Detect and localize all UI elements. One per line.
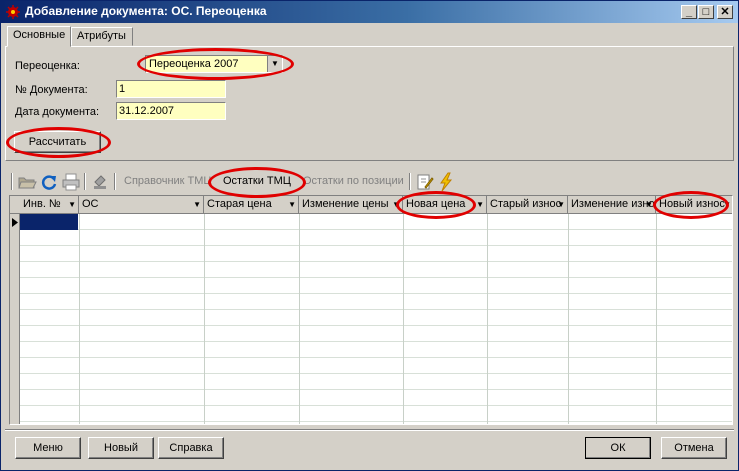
row-indicator-column[interactable]	[10, 214, 20, 424]
table-row[interactable]	[20, 342, 732, 358]
items-grid[interactable]: Инв. № ▼ ОС ▼ Старая цена ▼ Изменение цены ▼…	[9, 195, 733, 425]
column-divider	[568, 214, 569, 424]
main-tab-panel	[5, 46, 734, 161]
column-divider	[299, 214, 300, 424]
dropdown-arrow-icon[interactable]: ▼	[267, 56, 282, 72]
grid-body[interactable]	[20, 214, 732, 424]
column-dropdown-icon[interactable]: ▼	[645, 196, 653, 213]
column-header-asset[interactable]: ОС ▼	[79, 196, 204, 214]
table-row[interactable]	[20, 214, 732, 230]
table-row[interactable]	[20, 326, 732, 342]
column-divider	[204, 214, 205, 424]
minimize-button[interactable]: _	[681, 5, 697, 19]
column-divider	[487, 214, 488, 424]
toolbar-grip	[11, 173, 13, 190]
current-row-arrow-icon	[12, 218, 18, 227]
calculate-button[interactable]: Рассчитать	[14, 131, 101, 153]
tab-attributes[interactable]: Атрибуты	[71, 27, 133, 46]
balances-by-position-button[interactable]: Остатки по позиции	[303, 175, 404, 187]
column-divider	[403, 214, 404, 424]
column-header-old-price[interactable]: Старая цена ▼	[204, 196, 299, 214]
doc-date-input[interactable]: 31.12.2007	[116, 102, 226, 120]
column-header-new-wear[interactable]: Новый износ ▼	[656, 196, 732, 214]
tmc-balances-button[interactable]: Остатки ТМЦ	[223, 175, 291, 187]
revaluation-select[interactable]: Переоценка 2007 ▼	[145, 55, 283, 73]
column-dropdown-icon[interactable]: ▼	[557, 196, 565, 213]
tab-main[interactable]: Основные	[7, 26, 71, 47]
table-row[interactable]	[20, 358, 732, 374]
open-folder-icon[interactable]	[17, 172, 37, 192]
maximize-button[interactable]: □	[698, 5, 714, 19]
column-divider	[656, 214, 657, 424]
toolbar-separator	[409, 173, 411, 190]
column-dropdown-icon[interactable]: ▼	[288, 196, 296, 213]
column-header-old-wear[interactable]: Старый износ ▼	[487, 196, 568, 214]
tmc-directory-button[interactable]: Справочник ТМЦ	[124, 175, 212, 187]
new-button[interactable]: Новый	[88, 437, 154, 459]
table-row[interactable]	[20, 230, 732, 246]
stamp-icon[interactable]	[91, 172, 111, 192]
window-title: Добавление документа: ОС. Переоценка	[25, 4, 267, 18]
revaluation-select-value: Переоценка 2007	[149, 58, 239, 70]
column-header-new-price[interactable]: Новая цена ▼	[403, 196, 487, 214]
toolbar-separator	[84, 173, 86, 190]
close-button[interactable]: ✕	[717, 5, 733, 19]
table-row[interactable]	[20, 406, 732, 422]
column-dropdown-icon[interactable]: ▼	[193, 196, 201, 213]
document-window: Добавление документа: ОС. Переоценка _ □…	[0, 0, 739, 471]
selected-cell[interactable]	[20, 214, 78, 230]
column-header-wear-change[interactable]: Изменение износа▼	[568, 196, 656, 214]
table-row[interactable]	[20, 262, 732, 278]
column-dropdown-icon[interactable]: ▼	[723, 196, 731, 213]
print-icon[interactable]	[61, 172, 81, 192]
revaluation-label: Переоценка:	[15, 60, 80, 72]
column-dropdown-icon[interactable]: ▼	[68, 196, 76, 213]
refresh-icon[interactable]	[39, 172, 59, 192]
table-row[interactable]	[20, 374, 732, 390]
doc-date-label: Дата документа:	[15, 106, 100, 118]
table-row[interactable]	[20, 294, 732, 310]
footer-divider	[5, 429, 734, 431]
column-dropdown-icon[interactable]: ▼	[392, 196, 400, 213]
toolbar-separator	[114, 173, 116, 190]
menu-button[interactable]: Меню	[15, 437, 81, 459]
edit-document-icon[interactable]	[415, 172, 435, 192]
column-header-price-change[interactable]: Изменение цены ▼	[299, 196, 403, 214]
doc-number-label: № Документа:	[15, 84, 88, 96]
table-row[interactable]	[20, 278, 732, 294]
app-icon	[6, 5, 20, 19]
lightning-icon[interactable]	[436, 172, 456, 192]
title-bar[interactable]: Добавление документа: ОС. Переоценка _ □…	[1, 1, 738, 23]
cancel-button[interactable]: Отмена	[661, 437, 727, 459]
column-dropdown-icon[interactable]: ▼	[476, 196, 484, 213]
doc-number-input[interactable]: 1	[116, 80, 226, 98]
grid-toolbar: Справочник ТМЦ Остатки ТМЦ Остатки по по…	[11, 171, 733, 193]
column-divider	[79, 214, 80, 424]
ok-button[interactable]: ОК	[585, 437, 651, 459]
table-row[interactable]	[20, 246, 732, 262]
column-header-inv-no[interactable]: Инв. № ▼	[20, 196, 79, 214]
table-row[interactable]	[20, 390, 732, 406]
help-button[interactable]: Справка	[158, 437, 224, 459]
table-row[interactable]	[20, 310, 732, 326]
